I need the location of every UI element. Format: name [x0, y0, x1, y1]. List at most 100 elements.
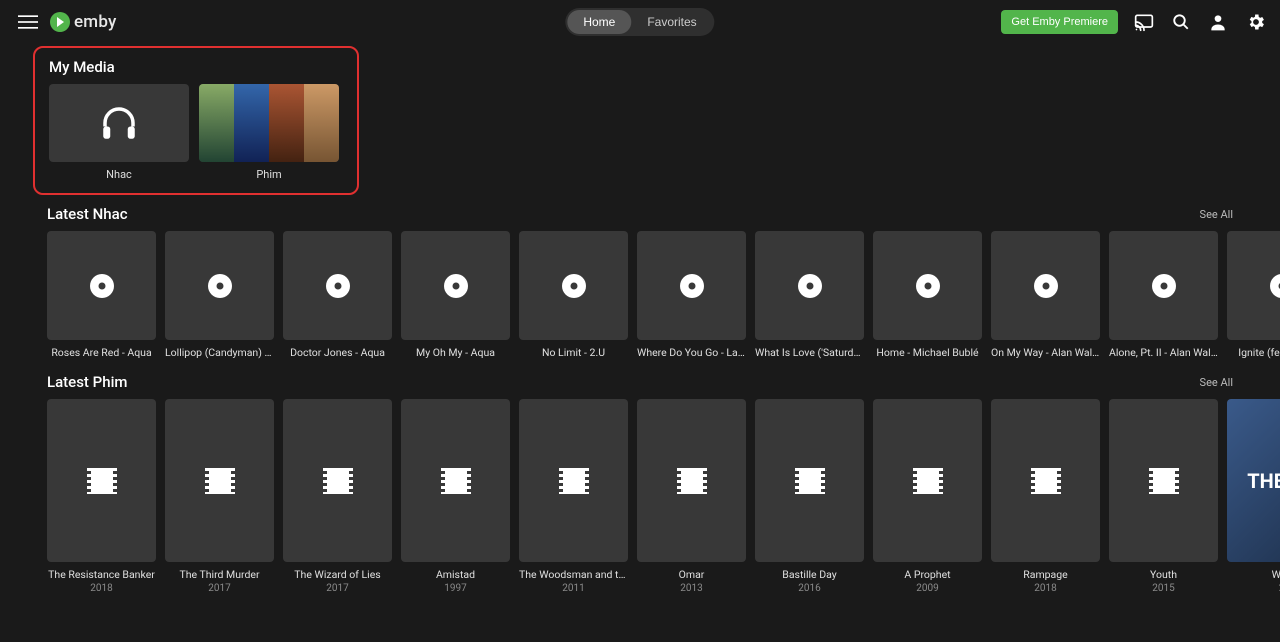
movie-year: 2018 — [991, 583, 1100, 594]
tab-home[interactable]: Home — [567, 10, 631, 34]
track-title: What Is Love ('Saturday Night Li... — [755, 346, 864, 359]
movie-thumb — [519, 399, 628, 562]
section-latest-nhac: Latest Nhac See All Roses Are Red - Aqua… — [0, 205, 1280, 359]
search-button[interactable] — [1170, 11, 1192, 33]
movie-title: Amistad — [401, 568, 510, 581]
get-premiere-button[interactable]: Get Emby Premiere — [1001, 10, 1118, 34]
phim-card[interactable]: Omar2013 — [637, 399, 746, 594]
brand-text: emby — [74, 12, 117, 32]
phim-card[interactable]: Amistad 1997 — [401, 399, 510, 594]
disc-icon — [1152, 274, 1176, 298]
see-all-link[interactable]: See All — [1200, 208, 1233, 221]
nhac-card[interactable]: Doctor Jones - Aqua — [283, 231, 392, 359]
disc-icon — [1034, 274, 1058, 298]
movie-year: 1997 — [401, 583, 510, 594]
library-thumb — [49, 84, 189, 162]
tab-favorites[interactable]: Favorites — [631, 10, 712, 34]
movie-thumb — [637, 399, 746, 562]
movie-thumb — [401, 399, 510, 562]
movie-title: A Prophet — [873, 568, 982, 581]
nhac-card[interactable]: Roses Are Red - Aqua — [47, 231, 156, 359]
film-icon — [917, 468, 939, 494]
phim-card[interactable]: The Resistance Banker2018 — [47, 399, 156, 594]
track-title: Doctor Jones - Aqua — [283, 346, 392, 359]
disc-icon — [444, 274, 468, 298]
track-title: My Oh My - Aqua — [401, 346, 510, 359]
film-icon — [1035, 468, 1057, 494]
album-thumb — [1109, 231, 1218, 340]
nhac-card[interactable]: Ignite (feat. Julie... — [1227, 231, 1280, 359]
cast-button[interactable] — [1132, 10, 1156, 34]
track-title: Alone, Pt. II - Alan Walker — [1109, 346, 1218, 359]
library-phim[interactable]: Phim — [199, 84, 339, 181]
nhac-card[interactable]: Lollipop (Candyman) - Aqua — [165, 231, 274, 359]
nhac-card[interactable]: My Oh My - Aqua — [401, 231, 510, 359]
search-icon — [1172, 13, 1190, 31]
disc-icon — [916, 274, 940, 298]
track-title: Lollipop (Candyman) - Aqua — [165, 346, 274, 359]
phim-card[interactable]: A Prophet2009 — [873, 399, 982, 594]
user-button[interactable] — [1206, 10, 1230, 34]
section-title: Latest Nhac — [47, 205, 128, 223]
settings-button[interactable] — [1244, 10, 1268, 34]
cast-icon — [1134, 12, 1154, 32]
disc-icon — [326, 274, 350, 298]
track-title: Ignite (feat. Julie... — [1227, 346, 1280, 359]
movie-year: 2017 — [283, 583, 392, 594]
phim-card[interactable]: Rampage2018 — [991, 399, 1100, 594]
movie-thumb — [873, 399, 982, 562]
film-icon — [445, 468, 467, 494]
track-title: Home - Michael Bublé — [873, 346, 982, 359]
phim-card[interactable]: Bastille Day 2016 — [755, 399, 864, 594]
app-header: emby Home Favorites Get Emby Premiere — [0, 0, 1280, 44]
album-thumb — [401, 231, 510, 340]
menu-button[interactable] — [12, 6, 44, 38]
nhac-card[interactable]: Where Do You Go - La Bouche — [637, 231, 746, 359]
track-title: Where Do You Go - La Bouche — [637, 346, 746, 359]
album-thumb — [283, 231, 392, 340]
nhac-row: Roses Are Red - Aqua Lollipop (Candyman) … — [0, 231, 1280, 359]
phim-card[interactable]: THE VA Way 2 — [1227, 399, 1280, 594]
disc-icon — [90, 274, 114, 298]
movie-year: 2 — [1227, 583, 1280, 594]
see-all-link[interactable]: See All — [1200, 376, 1233, 389]
phim-card[interactable]: The Third Murder 2017 — [165, 399, 274, 594]
nhac-card[interactable]: No Limit - 2.U — [519, 231, 628, 359]
brand-logo[interactable]: emby — [50, 12, 117, 32]
movie-title: The Woodsman and the Rain — [519, 568, 628, 581]
movie-thumb — [47, 399, 156, 562]
movie-title: Way — [1227, 568, 1280, 581]
section-title: Latest Phim — [47, 373, 127, 391]
album-thumb — [637, 231, 746, 340]
movie-year: 2016 — [755, 583, 864, 594]
phim-card[interactable]: The Wizard of Lies 2017 — [283, 399, 392, 594]
header-actions: Get Emby Premiere — [1001, 10, 1268, 34]
section-title-mymedia: My Media — [49, 58, 343, 76]
track-title: No Limit - 2.U — [519, 346, 628, 359]
library-nhac[interactable]: Nhac — [49, 84, 189, 181]
phim-card[interactable]: Youth2015 — [1109, 399, 1218, 594]
film-icon — [327, 468, 349, 494]
disc-icon — [798, 274, 822, 298]
section-latest-phim: Latest Phim See All The Resistance Banke… — [0, 373, 1280, 594]
album-thumb — [755, 231, 864, 340]
library-thumb — [199, 84, 339, 162]
movie-title: Bastille Day — [755, 568, 864, 581]
play-circle-icon — [50, 12, 70, 32]
nav-tabs: Home Favorites — [565, 8, 714, 36]
movie-year: 2017 — [165, 583, 274, 594]
movie-thumb — [165, 399, 274, 562]
movie-year: 2011 — [519, 583, 628, 594]
phim-row: The Resistance Banker2018The Third Murde… — [0, 399, 1280, 594]
phim-card[interactable]: The Woodsman and the Rain 2011 — [519, 399, 628, 594]
nhac-card[interactable]: Home - Michael Bublé — [873, 231, 982, 359]
album-thumb — [1227, 231, 1280, 340]
movie-title: The Third Murder — [165, 568, 274, 581]
nhac-card[interactable]: On My Way - Alan Walker — [991, 231, 1100, 359]
nhac-card[interactable]: Alone, Pt. II - Alan Walker — [1109, 231, 1218, 359]
nhac-card[interactable]: What Is Love ('Saturday Night Li... — [755, 231, 864, 359]
movie-poster: THE VA — [1227, 399, 1280, 562]
movie-title: The Wizard of Lies — [283, 568, 392, 581]
movie-thumb — [283, 399, 392, 562]
hamburger-icon — [18, 12, 38, 32]
